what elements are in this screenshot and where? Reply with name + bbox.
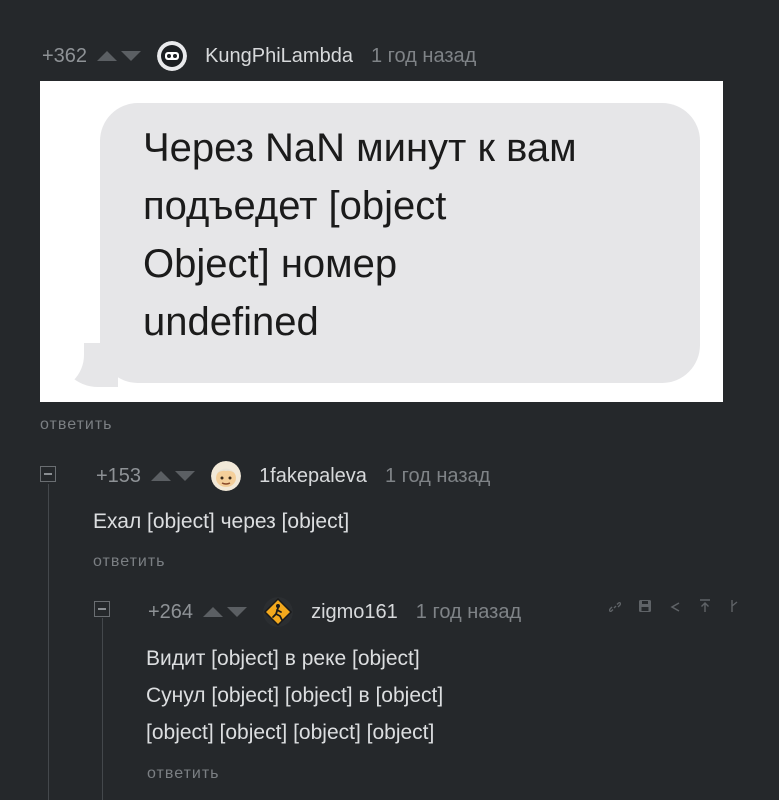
comment-meta: +153 1fakepaleva 1 год назад: [96, 461, 490, 491]
save-icon[interactable]: [638, 599, 652, 618]
comment-time: 1 год назад: [384, 464, 491, 487]
robot-avatar-icon: [157, 41, 188, 71]
downvote-icon[interactable]: [175, 471, 196, 481]
comment-username[interactable]: 1fakepaleva: [259, 465, 367, 488]
comment-time: 1 год назад: [415, 600, 522, 623]
bubble-tail-cut: [40, 331, 84, 391]
share-glyph: [670, 601, 680, 612]
upvote-icon[interactable]: [203, 607, 224, 617]
comment-line: Видит [object] в реке [object]: [146, 647, 420, 670]
downvote-icon[interactable]: [227, 607, 248, 617]
comment-meta: +264 zigmo161 1 год назад: [148, 597, 521, 627]
more-glyph: [731, 600, 738, 612]
comment-text: Видит [object] в реке [object] Сунул [ob…: [146, 640, 443, 751]
avatar[interactable]: [263, 597, 294, 627]
post-image[interactable]: Через NaN минут к вам подъедет [object O…: [40, 81, 723, 402]
post-time: 1 год назад: [370, 44, 477, 67]
reply-link[interactable]: ответить: [40, 416, 113, 434]
link-glyph: [608, 601, 622, 612]
comment-rating: +153: [96, 464, 142, 487]
reply-link[interactable]: ответить: [147, 765, 220, 783]
face-avatar-icon: [211, 461, 242, 491]
message-line: Через NaN минут к вам: [143, 126, 577, 170]
message-line: undefined: [143, 300, 319, 344]
comment-thread: +362 KungPhiLambda 1 год назад Через NaN…: [0, 0, 779, 800]
collapse-button[interactable]: [40, 466, 56, 482]
comment-rating: +264: [148, 600, 194, 623]
avatar[interactable]: [211, 461, 242, 491]
pin-top-glyph: [700, 599, 710, 612]
message-line: подъедет [object: [143, 184, 447, 228]
collapse-button[interactable]: [94, 601, 110, 617]
upvote-icon[interactable]: [151, 471, 172, 481]
thread-line[interactable]: [48, 484, 49, 800]
thread-line[interactable]: [102, 618, 103, 800]
save-glyph: [639, 600, 651, 612]
comment-username[interactable]: zigmo161: [311, 601, 398, 624]
comment-line: [object] [object] [object] [object]: [146, 721, 435, 744]
vote-arrows: [151, 471, 196, 481]
post-rating: +362: [42, 44, 88, 67]
post-meta: +362 KungPhiLambda 1 год назад: [42, 41, 476, 71]
comment-line: Ехал [object] через [object]: [93, 510, 350, 533]
comment-text: Ехал [object] через [object]: [93, 503, 349, 540]
reply-link[interactable]: ответить: [93, 553, 166, 571]
comment-tools: [608, 599, 742, 618]
post-username[interactable]: KungPhiLambda: [205, 45, 353, 68]
avatar[interactable]: [157, 41, 188, 71]
vote-arrows: [203, 607, 248, 617]
downvote-icon[interactable]: [121, 51, 142, 61]
upvote-icon[interactable]: [97, 51, 118, 61]
more-icon[interactable]: [728, 599, 742, 618]
share-icon[interactable]: [668, 600, 682, 618]
comment-line: Сунул [object] [object] в [object]: [146, 684, 444, 707]
pin-to-top-icon[interactable]: [698, 599, 712, 618]
vote-arrows: [97, 51, 142, 61]
message-text: Через NaN минут к вам подъедет [object O…: [143, 119, 703, 351]
message-line: Object] номер: [143, 242, 398, 286]
link-icon[interactable]: [608, 600, 622, 618]
warning-sign-avatar-icon: [263, 597, 294, 627]
